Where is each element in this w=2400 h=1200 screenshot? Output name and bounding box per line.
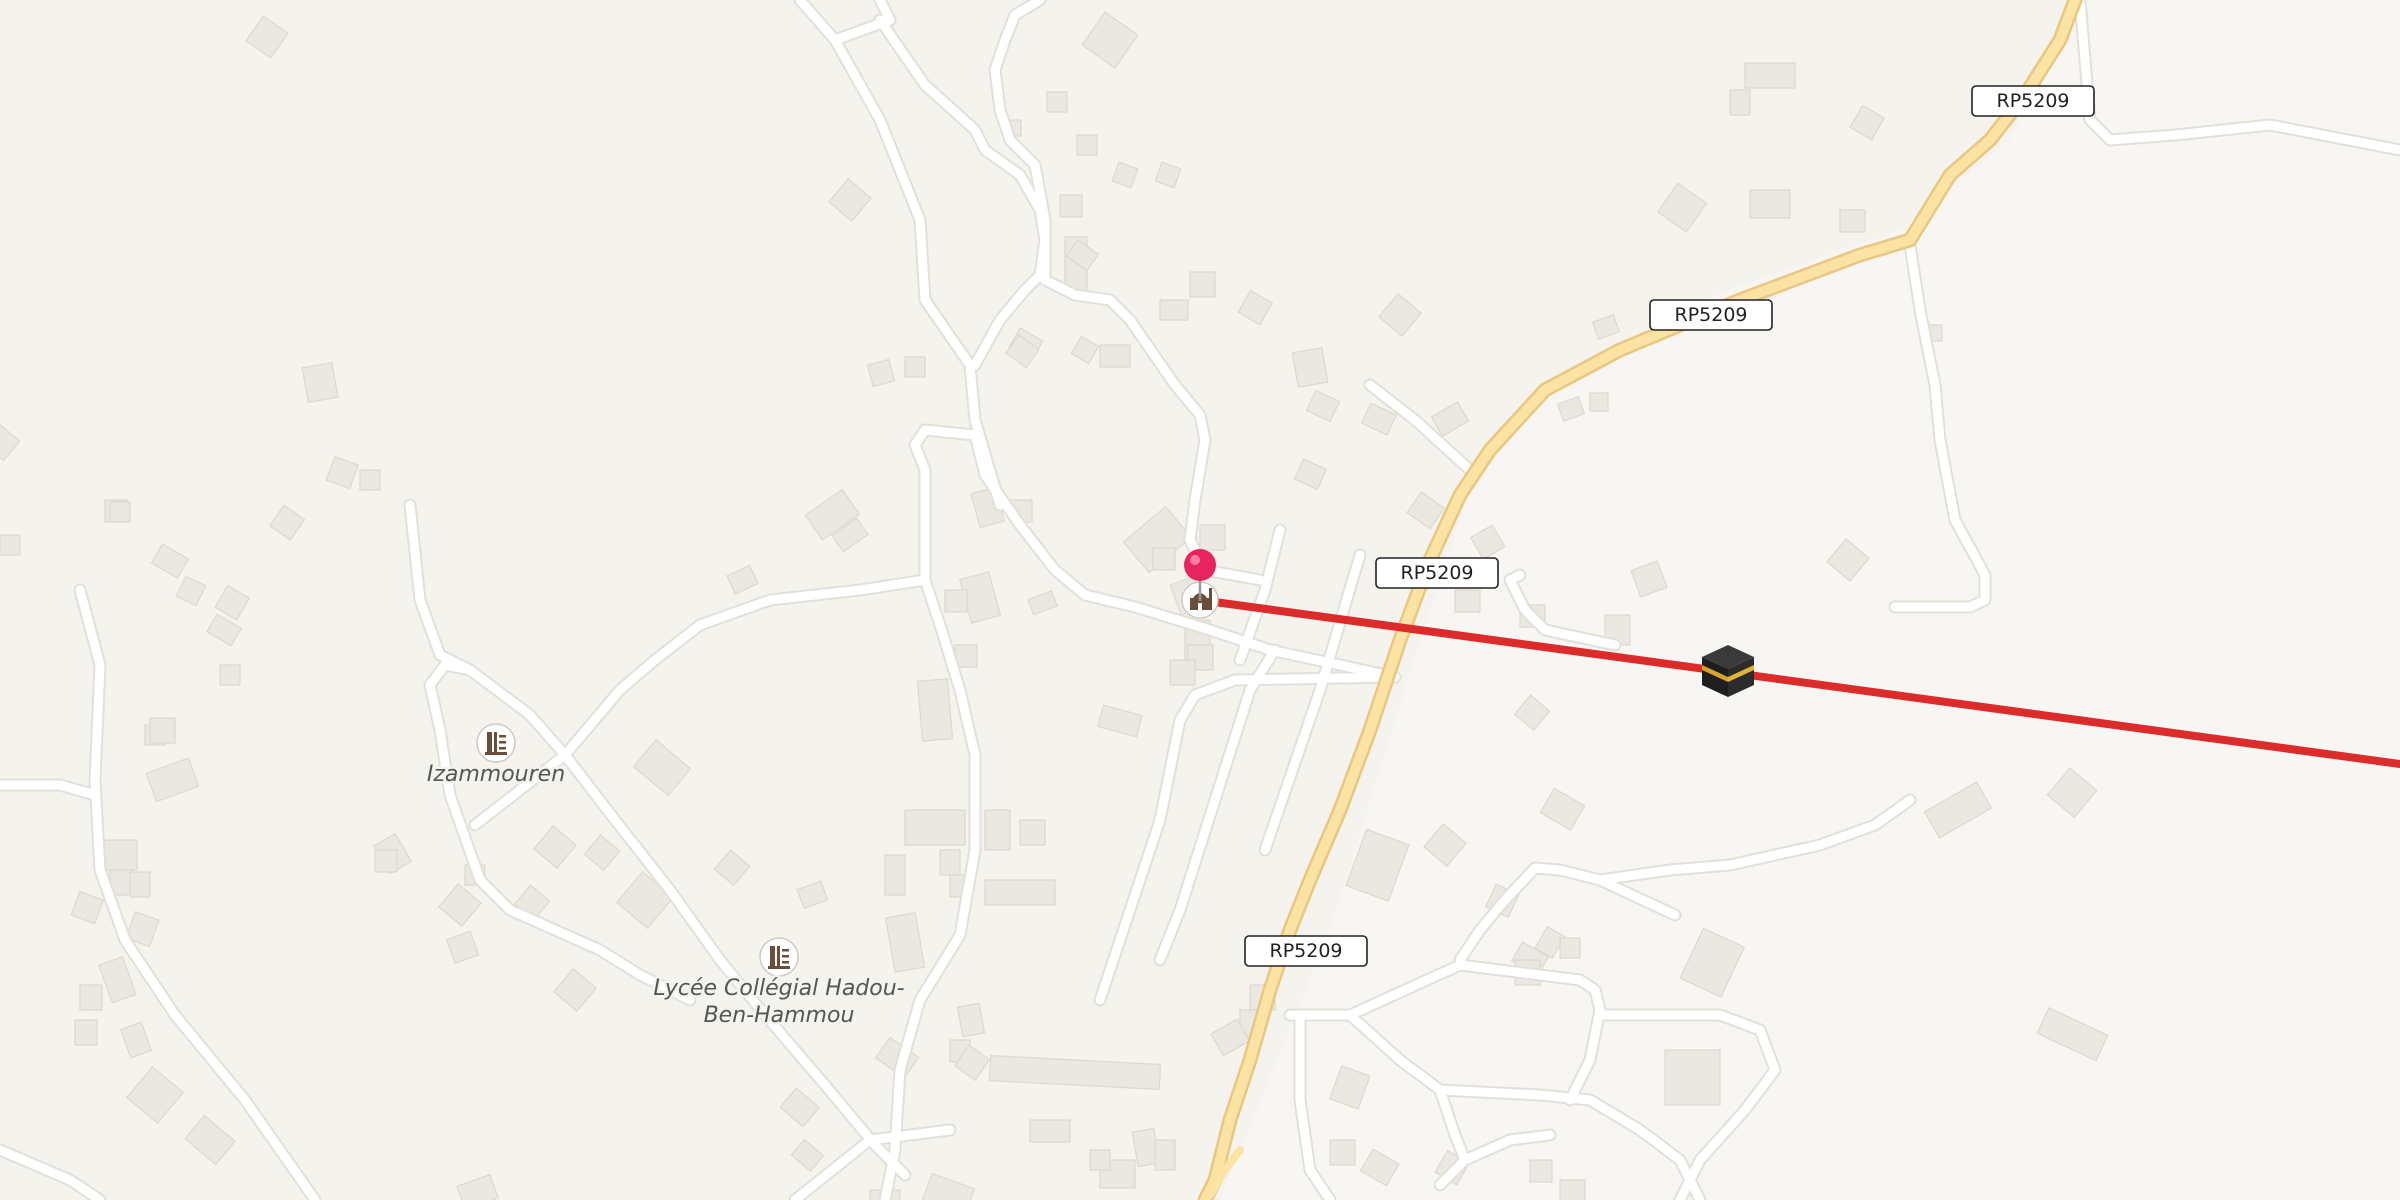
road-shield-rp5209-mid[interactable]: RP5209: [1649, 299, 1773, 331]
place-label-lycee-line2: Ben-Hammou: [704, 1003, 855, 1028]
road-shield-label: RP5209: [1269, 940, 1342, 962]
road-shield-label: RP5209: [1996, 90, 2069, 112]
school-icon: [476, 723, 516, 763]
road-shield-rp5209-center[interactable]: RP5209: [1375, 557, 1499, 589]
school-icon: [759, 937, 799, 977]
road-shield-label: RP5209: [1400, 562, 1473, 584]
place-label-izammouren: Izammouren: [427, 762, 565, 787]
place-label-lycee-line1: Lycée Collégial Hadou-: [653, 976, 904, 1001]
land-area-east: [1220, 0, 2400, 1200]
map-canvas[interactable]: RP5209 RP5209 RP5209 RP5209 Izammouren I…: [0, 0, 2400, 1200]
poi-lycee[interactable]: Lycée Collégial Hadou- Lycée Collégial H…: [651, 937, 907, 1031]
road-shield-label: RP5209: [1674, 304, 1747, 326]
road-shield-rp5209-ne[interactable]: RP5209: [1971, 85, 2095, 117]
road-shield-rp5209-south[interactable]: RP5209: [1244, 935, 1368, 967]
